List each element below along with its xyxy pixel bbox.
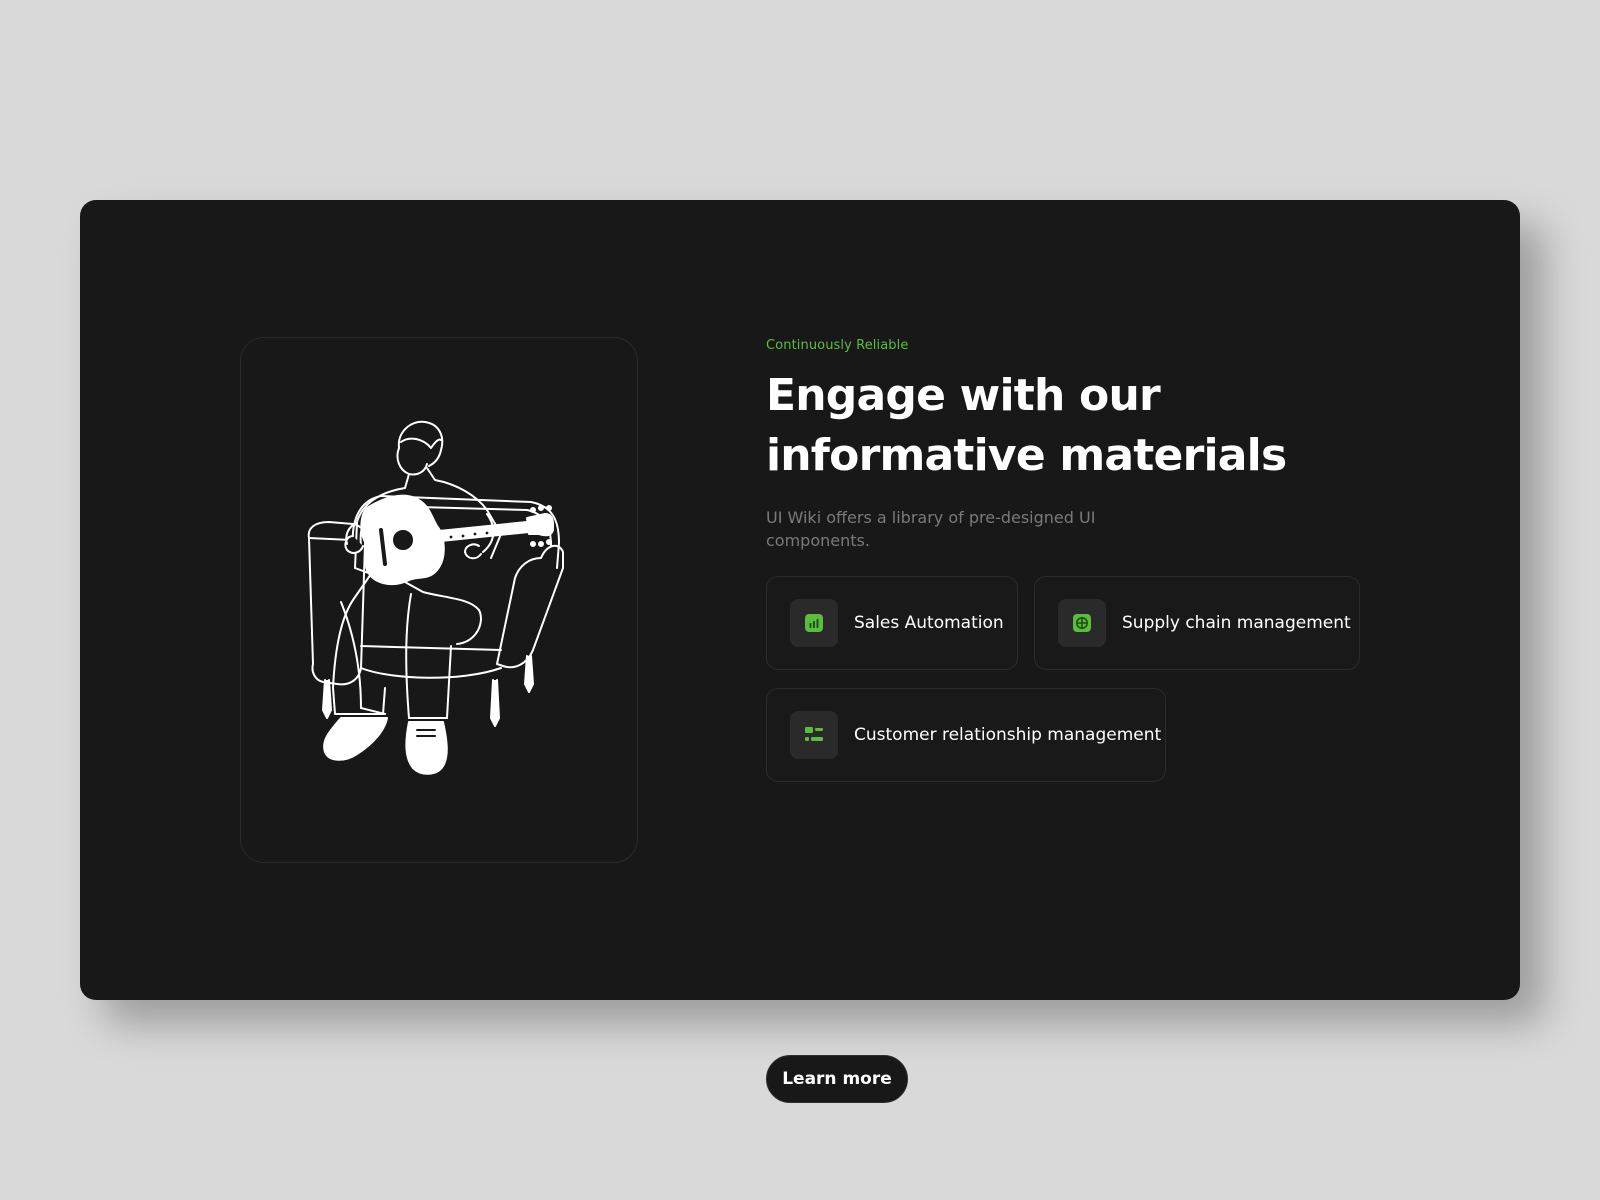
bar-chart-icon xyxy=(790,599,838,647)
feature-sales-automation[interactable]: Sales Automation xyxy=(766,576,1018,670)
grid-plus-icon xyxy=(1058,599,1106,647)
feature-label: Sales Automation xyxy=(854,613,1004,633)
feature-card: Continuously Reliable Engage with our in… xyxy=(80,200,1520,1103)
title-line-2: informative materials xyxy=(766,430,1287,481)
hero-content: Continuously Reliable Engage with our in… xyxy=(766,338,1406,1103)
page-title: Engage with our informative materials xyxy=(766,366,1366,486)
eyebrow-label: Continuously Reliable xyxy=(766,338,909,353)
guitar-player-illustration xyxy=(307,420,564,775)
feature-label: Customer relationship management xyxy=(854,725,1162,745)
subtitle: UI Wiki offers a library of pre-designed… xyxy=(766,508,1096,550)
feature-supply-chain[interactable]: Supply chain management xyxy=(1034,576,1360,670)
feature-crm[interactable]: Customer relationship management xyxy=(766,688,1166,782)
learn-more-button[interactable]: Learn more xyxy=(766,1055,908,1103)
layout-icon xyxy=(790,711,838,759)
illustration-panel xyxy=(240,337,638,863)
title-line-1: Engage with our xyxy=(766,370,1161,421)
feature-label: Supply chain management xyxy=(1122,613,1351,633)
